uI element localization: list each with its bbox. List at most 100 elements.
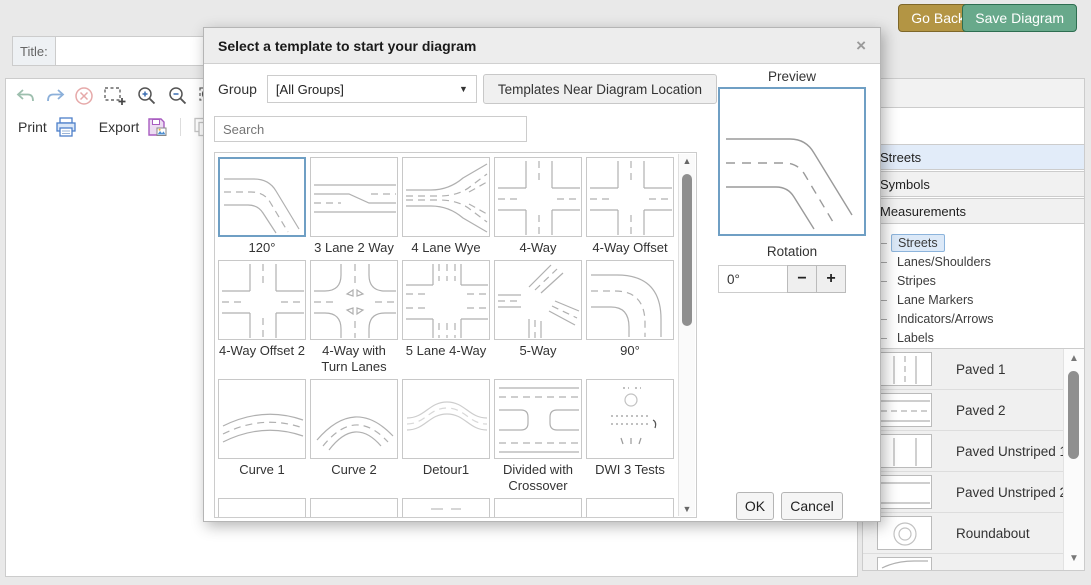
template-search-input[interactable] — [214, 116, 527, 142]
delete-icon[interactable] — [74, 86, 94, 106]
undo-icon[interactable] — [16, 87, 36, 105]
marquee-select-icon[interactable] — [103, 86, 127, 106]
accordion-section-measurements[interactable]: Measurements — [863, 198, 1084, 224]
shape-item-paved-2[interactable]: Paved 2 — [863, 390, 1084, 431]
scrollbar-thumb[interactable] — [682, 174, 692, 326]
template-thumbnail[interactable] — [310, 379, 398, 459]
export-label[interactable]: Export — [99, 119, 139, 135]
redo-icon[interactable] — [45, 87, 65, 105]
template-item-item[interactable] — [310, 498, 398, 518]
template-item-4-lane-wye[interactable]: 4 Lane Wye — [402, 157, 490, 256]
rotation-decrease-button[interactable]: − — [787, 265, 817, 293]
tree-item-streets[interactable]: Streets — [877, 233, 1084, 252]
tree-item-indicators-arrows[interactable]: Indicators/Arrows — [877, 309, 1084, 328]
template-item-5-way[interactable]: 5-Way — [494, 260, 582, 375]
template-thumbnail[interactable] — [310, 260, 398, 340]
sidebar-blank-strip — [863, 108, 1084, 144]
template-thumbnail[interactable] — [586, 379, 674, 459]
template-item-item[interactable] — [402, 498, 490, 518]
template-item-item[interactable] — [218, 498, 306, 518]
shape-item-paved-unstriped-1[interactable]: Paved Unstriped 1 — [863, 431, 1084, 472]
rotation-increase-button[interactable]: + — [816, 265, 846, 293]
sidebar-scrollbar[interactable]: ▲ ▼ — [1063, 349, 1084, 570]
ok-button[interactable]: OK — [736, 492, 774, 520]
template-item-4-way[interactable]: 4-Way — [494, 157, 582, 256]
tree-item-label: Lane Markers — [891, 292, 979, 308]
template-label: 90° — [586, 343, 674, 359]
accordion-label: Symbols — [880, 177, 930, 192]
templates-near-location-button[interactable]: Templates Near Diagram Location — [483, 74, 717, 104]
template-thumbnail[interactable] — [494, 260, 582, 340]
tree-item-stripes[interactable]: Stripes — [877, 271, 1084, 290]
print-icon[interactable] — [55, 117, 77, 137]
template-label: 4-Way Offset 2 — [218, 343, 306, 359]
template-item-4-way-with-turn-lanes[interactable]: 4-Way with Turn Lanes — [310, 260, 398, 375]
close-icon[interactable]: × — [856, 36, 866, 56]
template-thumbnail[interactable] — [586, 498, 674, 518]
template-item-detour1[interactable]: Detour1 — [402, 379, 490, 494]
sidebar-toolbar-strip — [863, 79, 1084, 108]
accordion-section-streets[interactable]: Streets — [863, 144, 1084, 170]
grid-scrollbar[interactable]: ▲ ▼ — [678, 154, 695, 516]
template-item-curve-2[interactable]: Curve 2 — [310, 379, 398, 494]
template-item-3-lane-2-way[interactable]: 3 Lane 2 Way — [310, 157, 398, 256]
save-diagram-button[interactable]: Save Diagram — [962, 4, 1077, 32]
tree-item-lane-markers[interactable]: Lane Markers — [877, 290, 1084, 309]
zoom-out-icon[interactable] — [167, 86, 189, 106]
template-thumbnail[interactable] — [218, 379, 306, 459]
group-label: Group — [218, 81, 257, 97]
template-thumbnail[interactable] — [586, 260, 674, 340]
print-label[interactable]: Print — [18, 119, 47, 135]
template-label: 4-Way — [494, 240, 582, 256]
tree-item-labels[interactable]: Labels — [877, 328, 1084, 347]
category-accordion: Streets Symbols Measurements — [863, 144, 1084, 224]
template-label: Curve 2 — [310, 462, 398, 478]
template-item-divided-with-crossover[interactable]: Divided with Crossover — [494, 379, 582, 494]
template-item-4-way-offset[interactable]: 4-Way Offset — [586, 157, 674, 256]
shape-item-roundabout[interactable]: Roundabout — [863, 513, 1084, 554]
template-label: DWI 3 Tests — [586, 462, 674, 478]
template-item-curve-1[interactable]: Curve 1 — [218, 379, 306, 494]
template-item-dwi-3-tests[interactable]: DWI 3 Tests — [586, 379, 674, 494]
template-thumbnail[interactable] — [310, 498, 398, 518]
dialog-header: Select a template to start your diagram … — [204, 28, 880, 64]
template-label: Detour1 — [402, 462, 490, 478]
scroll-up-icon[interactable]: ▲ — [679, 156, 695, 166]
group-select[interactable]: [All Groups] ▼ — [267, 75, 477, 103]
template-thumbnail[interactable] — [494, 157, 582, 237]
template-thumbnail[interactable] — [218, 498, 306, 518]
template-thumbnail[interactable] — [586, 157, 674, 237]
tree-item-lanes-shoulders[interactable]: Lanes/Shoulders — [877, 252, 1084, 271]
accordion-section-symbols[interactable]: Symbols — [863, 171, 1084, 197]
shape-item-paved-unstriped-2[interactable]: Paved Unstriped 2 — [863, 472, 1084, 513]
template-item-120[interactable]: 120° — [218, 157, 306, 256]
rotation-label: Rotation — [718, 244, 866, 259]
template-thumbnail[interactable] — [218, 260, 306, 340]
template-thumbnail[interactable] — [402, 157, 490, 237]
scroll-up-icon[interactable]: ▲ — [1064, 353, 1084, 364]
shape-label: Paved Unstriped 2 — [956, 485, 1067, 500]
template-item-item[interactable] — [586, 498, 674, 518]
zoom-in-icon[interactable] — [136, 86, 158, 106]
template-thumbnail[interactable] — [494, 498, 582, 518]
cancel-button[interactable]: Cancel — [781, 492, 843, 520]
template-item-90[interactable]: 90° — [586, 260, 674, 375]
template-thumbnail[interactable] — [402, 498, 490, 518]
export-icon[interactable] — [147, 117, 168, 137]
shape-item-paved-1[interactable]: Paved 1 — [863, 349, 1084, 390]
shape-thumbnail — [877, 557, 932, 570]
scroll-down-icon[interactable]: ▼ — [1064, 553, 1084, 564]
shape-item-item[interactable] — [863, 554, 1084, 570]
template-item-4-way-offset-2[interactable]: 4-Way Offset 2 — [218, 260, 306, 375]
scrollbar-thumb[interactable] — [1068, 371, 1079, 459]
template-item-5-lane-4-way[interactable]: 5 Lane 4-Way — [402, 260, 490, 375]
template-item-item[interactable] — [494, 498, 582, 518]
template-thumbnail[interactable] — [218, 157, 306, 237]
template-thumbnail[interactable] — [402, 379, 490, 459]
title-input[interactable] — [55, 36, 204, 66]
template-thumbnail[interactable] — [402, 260, 490, 340]
rotation-input[interactable] — [718, 265, 788, 293]
template-thumbnail[interactable] — [494, 379, 582, 459]
template-thumbnail[interactable] — [310, 157, 398, 237]
scroll-down-icon[interactable]: ▼ — [679, 504, 695, 514]
